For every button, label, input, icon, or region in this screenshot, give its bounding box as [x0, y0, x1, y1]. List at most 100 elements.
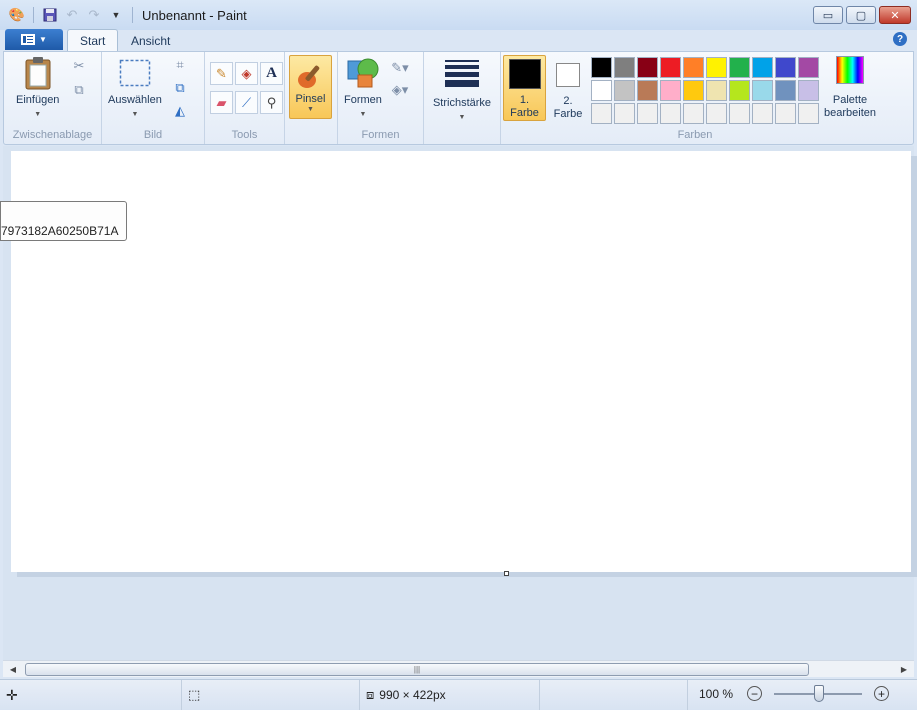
- rotate-icon[interactable]: ◭: [170, 101, 190, 121]
- edit-palette-label-line1: Palette: [832, 94, 868, 106]
- resize-handle-bottom[interactable]: [504, 571, 509, 576]
- canvas-workspace[interactable]: [3, 146, 914, 660]
- palette-swatch[interactable]: [706, 80, 727, 101]
- group-image: Auswählen ▼ ⌗ ⧉ ◭ Bild: [102, 52, 205, 144]
- pencil-icon[interactable]: ✎: [210, 62, 233, 85]
- chevron-down-icon: ▼: [307, 106, 314, 113]
- group-label-clipboard: Zwischenablage: [12, 129, 93, 141]
- palette-swatch[interactable]: [775, 80, 796, 101]
- palette-swatch[interactable]: [637, 103, 658, 124]
- color1-label-number: 1.: [519, 94, 530, 106]
- fill-bucket-icon[interactable]: ◈: [235, 62, 258, 85]
- close-icon: ✕: [890, 9, 900, 22]
- chevron-down-icon: ▼: [131, 111, 139, 118]
- palette-swatch[interactable]: [752, 57, 773, 78]
- redo-icon[interactable]: ↷: [85, 6, 103, 24]
- palette-swatch[interactable]: [798, 103, 819, 124]
- tab-ansicht[interactable]: Ansicht: [119, 29, 182, 52]
- scrollbar-thumb[interactable]: |||: [25, 663, 809, 676]
- palette-swatch[interactable]: [660, 57, 681, 78]
- palette-swatch[interactable]: [798, 57, 819, 78]
- crop-icon[interactable]: ⌗: [170, 55, 190, 75]
- palette-swatch[interactable]: [660, 103, 681, 124]
- help-icon[interactable]: ?: [893, 32, 907, 46]
- scroll-right-icon[interactable]: ▶: [897, 663, 911, 676]
- palette-swatch[interactable]: [637, 57, 658, 78]
- palette-swatch[interactable]: [660, 80, 681, 101]
- color1-button[interactable]: 1. Farbe: [503, 55, 546, 121]
- paint-menu-button[interactable]: ▼: [5, 29, 63, 50]
- close-button[interactable]: ✕: [879, 6, 911, 24]
- shapes-button[interactable]: Formen ▼: [344, 56, 382, 121]
- minimize-button[interactable]: ▭: [813, 6, 843, 24]
- file-size-cell: [540, 680, 688, 710]
- palette-swatch[interactable]: [752, 103, 773, 124]
- palette-swatch[interactable]: [729, 57, 750, 78]
- palette-swatch[interactable]: [591, 103, 612, 124]
- palette-swatch[interactable]: [637, 80, 658, 101]
- edit-colors-icon: [836, 56, 864, 84]
- zoom-out-icon[interactable]: −: [747, 686, 762, 701]
- stroke-size-icon: [445, 60, 479, 87]
- chevron-down-icon: ▼: [458, 114, 466, 121]
- zoom-in-icon[interactable]: +: [874, 686, 889, 701]
- group-clipboard: Einfügen ▼ ✂ ⧉ Zwischenablage: [4, 52, 102, 144]
- outline-icon[interactable]: ✎▾: [390, 58, 410, 78]
- palette-swatch[interactable]: [775, 57, 796, 78]
- tab-label: Start: [80, 34, 106, 48]
- group-label-tools: Tools: [231, 129, 258, 141]
- status-bar: ✛ ⬚ ⧈ 990 × 422px 100 % − +: [0, 679, 917, 710]
- text-tool-icon[interactable]: A: [260, 62, 283, 85]
- palette-swatch[interactable]: [798, 80, 819, 101]
- customize-dropdown-icon[interactable]: ▼: [107, 6, 125, 24]
- palette-swatch[interactable]: [706, 103, 727, 124]
- maximize-button[interactable]: ▢: [846, 6, 876, 24]
- eraser-icon[interactable]: ▰: [210, 91, 233, 114]
- brushes-button[interactable]: Pinsel ▼: [289, 55, 332, 119]
- palette-swatch[interactable]: [683, 103, 704, 124]
- scroll-left-icon[interactable]: ◀: [6, 663, 20, 676]
- tab-start[interactable]: Start: [67, 29, 119, 52]
- window-controls: ▭ ▢ ✕: [813, 6, 911, 24]
- undo-icon[interactable]: ↶: [63, 6, 81, 24]
- copy-icon[interactable]: ⧉: [69, 80, 89, 100]
- color2-button[interactable]: 2. Farbe: [551, 55, 585, 121]
- palette-swatch[interactable]: [614, 80, 635, 101]
- palette-swatch[interactable]: [729, 80, 750, 101]
- select-button[interactable]: Auswählen ▼: [108, 56, 162, 121]
- zoom-slider[interactable]: [774, 684, 862, 702]
- ribbon-tab-row: ▼ Start Ansicht ?: [0, 28, 917, 52]
- palette-swatch[interactable]: [729, 103, 750, 124]
- color2-label-number: 2.: [563, 95, 573, 107]
- window-title: Unbenannt - Paint: [142, 7, 247, 23]
- tool-grid: ✎ ◈ A ▰ ⟋ ⚲: [210, 62, 283, 114]
- size-button[interactable]: Strichstärke ▼: [430, 56, 494, 124]
- magnifier-icon[interactable]: ⚲: [260, 91, 283, 114]
- drawing-canvas[interactable]: [11, 151, 911, 572]
- palette-swatch[interactable]: [683, 57, 704, 78]
- palette-swatch[interactable]: [683, 80, 704, 101]
- zoom-slider-thumb[interactable]: [814, 684, 824, 702]
- palette-swatch[interactable]: [591, 57, 612, 78]
- paste-label: Einfügen: [16, 94, 60, 106]
- color1-swatch: [508, 59, 541, 89]
- palette-swatch[interactable]: [775, 103, 796, 124]
- palette-swatch[interactable]: [614, 57, 635, 78]
- horizontal-scrollbar[interactable]: ◀ ||| ▶: [3, 660, 914, 677]
- paint-app-icon[interactable]: 🎨: [8, 6, 26, 24]
- cut-icon[interactable]: ✂: [69, 56, 89, 76]
- palette-swatch[interactable]: [752, 80, 773, 101]
- color-picker-icon[interactable]: ⟋: [235, 91, 258, 114]
- resize-icon[interactable]: ⧉: [170, 78, 190, 98]
- palette-swatch[interactable]: [591, 80, 612, 101]
- paste-button[interactable]: Einfügen ▼: [16, 56, 59, 121]
- edit-palette-button[interactable]: Palette bearbeiten: [820, 56, 880, 120]
- palette-swatch[interactable]: [614, 103, 635, 124]
- palette-swatch[interactable]: [706, 57, 727, 78]
- fill-icon[interactable]: ◈▾: [390, 80, 410, 100]
- group-colors: 1. Farbe 2. Farbe Palette bearbeiten Far…: [501, 52, 889, 144]
- shapes-icon: [346, 56, 380, 90]
- save-icon[interactable]: [41, 6, 59, 24]
- shapes-label: Formen: [344, 94, 382, 106]
- menu-icon: [21, 34, 36, 45]
